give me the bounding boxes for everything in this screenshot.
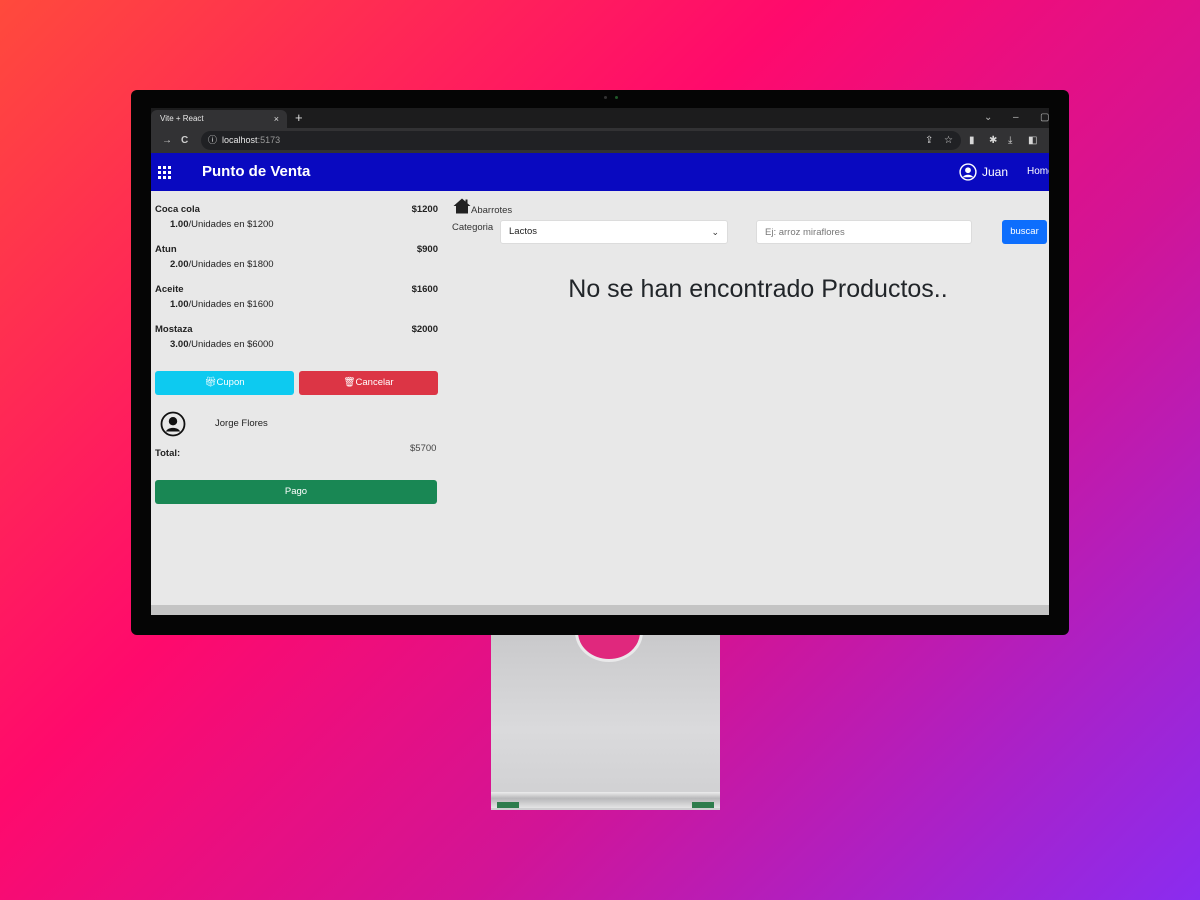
catalog-panel: Abarrotes Categoria Lactos ⌄ buscar No s…	[443, 191, 1049, 605]
cart-item-price: $900	[416, 244, 438, 255]
cart-item[interactable]: Mostaza $2000 3.00/Unidades en $6000	[155, 324, 438, 350]
tab-search-icon[interactable]: ⌄	[984, 108, 992, 128]
browser-tab[interactable]: Vite + React ×	[151, 110, 287, 128]
user-name[interactable]: Juan	[982, 153, 1008, 191]
pay-button[interactable]: Pago	[155, 480, 437, 504]
cart-item-qty: 1.00/Unidades en $1600	[170, 299, 274, 310]
total-value: $5700	[410, 443, 437, 454]
horizontal-scrollbar[interactable]	[151, 605, 1049, 615]
user-circle-icon[interactable]	[959, 163, 977, 181]
new-tab-button[interactable]: +	[295, 108, 303, 128]
camera-led	[615, 96, 618, 99]
minimize-icon[interactable]: –	[1013, 108, 1019, 128]
url-host: localhost	[222, 135, 258, 145]
monitor-stand-foot	[491, 792, 720, 808]
forward-icon[interactable]: →	[162, 128, 172, 153]
browser-address-bar: → C ⓘ localhost:5173 ⇪ ☆ ▮ ✱ ⤓ ◧	[151, 128, 1049, 153]
category-label: Categoria	[452, 222, 494, 233]
trash-icon: 🗑︎	[343, 377, 356, 388]
cart-item-name: Mostaza	[155, 324, 193, 335]
cart-item-qty: 3.00/Unidades en $6000	[170, 339, 274, 350]
cart-item[interactable]: Coca cola $1200 1.00/Unidades en $1200	[155, 204, 438, 230]
cart-item-price: $1600	[411, 284, 438, 295]
cart-item[interactable]: Atun $900 2.00/Unidades en $1800	[155, 244, 438, 270]
cart-item-price: $1200	[411, 204, 438, 215]
cancel-button[interactable]: 🗑︎Cancelar	[299, 371, 438, 395]
category-select[interactable]: Lactos ⌄	[500, 220, 728, 244]
share-icon[interactable]: ⇪	[925, 128, 933, 153]
cart-item[interactable]: Aceite $1600 1.00/Unidades en $1600	[155, 284, 438, 310]
screen: Vite + React × + ⌄ – ▢ → C ⓘ localhost:5…	[151, 108, 1049, 615]
search-button[interactable]: buscar	[1002, 220, 1047, 244]
url-port: :5173	[257, 135, 281, 145]
tab-title: Vite + React	[160, 114, 204, 123]
url-field[interactable]: ⓘ localhost:5173	[201, 131, 961, 150]
tab-close-icon[interactable]: ×	[274, 110, 279, 128]
cart-item-price: $2000	[411, 324, 438, 335]
cart-item-name: Coca cola	[155, 204, 200, 215]
category-selected: Lactos	[509, 226, 537, 237]
apps-grid-icon[interactable]	[158, 166, 171, 179]
browser-tab-bar: Vite + React × + ⌄ – ▢	[151, 108, 1049, 128]
client-name: Jorge Flores	[215, 418, 268, 429]
monitor-stand	[491, 602, 720, 810]
gift-icon: 🎁︎	[204, 377, 217, 388]
home-icon[interactable]	[453, 198, 471, 214]
search-input[interactable]	[756, 220, 972, 244]
cart-item-name: Aceite	[155, 284, 184, 295]
client-avatar-icon	[160, 411, 186, 437]
total-label: Total:	[155, 448, 181, 459]
cupon-button[interactable]: 🎁︎Cupon	[155, 371, 294, 395]
app-content: Coca cola $1200 1.00/Unidades en $1200 A…	[151, 191, 1049, 605]
breadcrumb[interactable]: Abarrotes	[471, 205, 512, 216]
nav-home-link[interactable]: Home	[1027, 153, 1049, 191]
reload-icon[interactable]: C	[181, 128, 188, 153]
download-icon[interactable]: ⤓	[1008, 128, 1012, 153]
app-brand[interactable]: Punto de Venta	[202, 153, 310, 191]
chevron-down-icon: ⌄	[711, 227, 719, 237]
translate-extension-icon[interactable]: ▮	[969, 128, 975, 153]
cart-item-qty: 1.00/Unidades en $1200	[170, 219, 274, 230]
sidepanel-icon[interactable]: ◧	[1028, 128, 1037, 153]
maximize-icon[interactable]: ▢	[1040, 108, 1049, 128]
cart-item-qty: 2.00/Unidades en $1800	[170, 259, 274, 270]
camera-dot	[604, 96, 607, 99]
puzzle-extension-icon[interactable]: ✱	[989, 128, 997, 153]
app-navbar: Punto de Venta Juan Home	[151, 153, 1049, 191]
info-icon: ⓘ	[208, 135, 218, 145]
star-icon[interactable]: ☆	[944, 128, 953, 153]
cart-item-name: Atun	[155, 244, 177, 255]
cart-panel: Coca cola $1200 1.00/Unidades en $1200 A…	[151, 191, 443, 605]
empty-message: No se han encontrado Productos..	[568, 275, 948, 303]
